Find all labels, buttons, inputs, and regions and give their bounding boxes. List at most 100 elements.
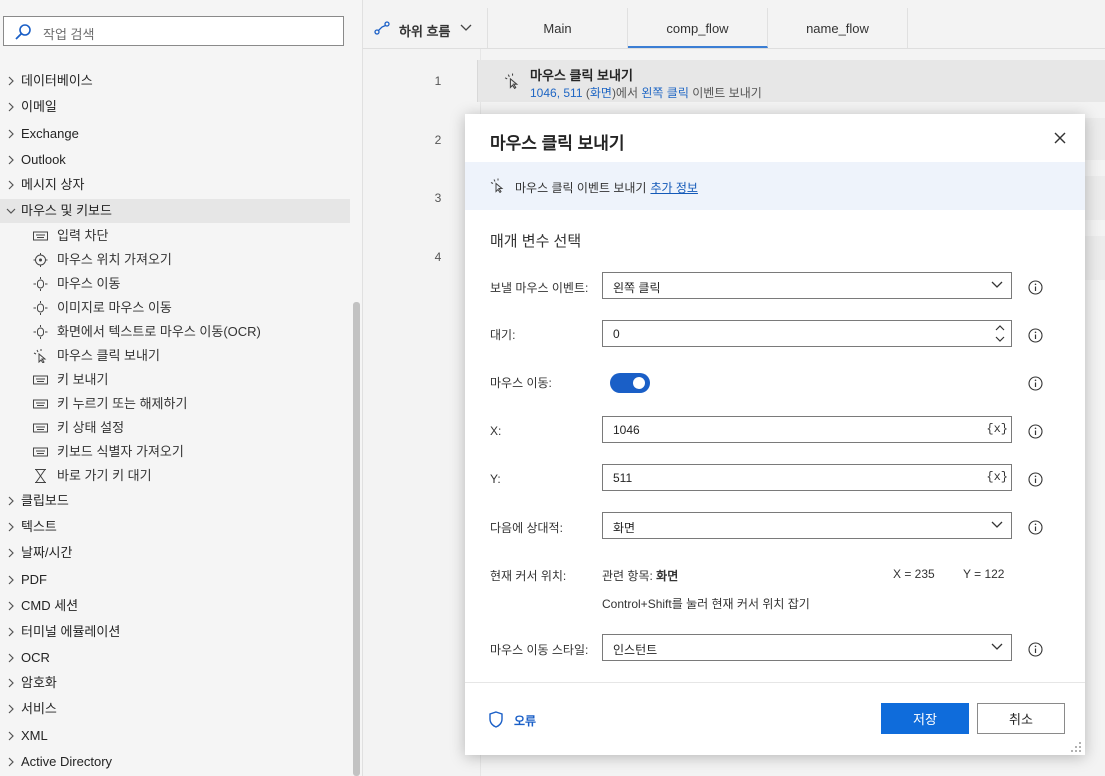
action-get-mouse-position[interactable]: 마우스 위치 가져오기 (0, 248, 350, 272)
action-label: 마우스 클릭 보내기 (57, 348, 160, 363)
action-label: 이미지로 마우스 이동 (57, 300, 172, 315)
cursor-related: 관련 항목: 화면 (602, 567, 678, 584)
movement-style-dropdown[interactable]: 인스턴트 (602, 634, 1012, 661)
shield-icon (489, 711, 503, 728)
x-input[interactable]: 1046 {x} (602, 416, 1012, 443)
keyboard-icon (33, 423, 48, 433)
action-wait-for-shortcut-key[interactable]: 바로 가기 키 대기 (0, 464, 350, 488)
action-move-mouse[interactable]: 마우스 이동 (0, 272, 350, 296)
group-label: CMD 세션 (21, 598, 79, 613)
step-desc-text: )에서 (611, 86, 642, 100)
info-icon[interactable] (1028, 424, 1043, 439)
variable-picker-icon[interactable]: {x} (986, 470, 1008, 484)
info-icon[interactable] (1028, 328, 1043, 343)
mouse-click-icon (504, 73, 519, 89)
mouse-event-dropdown[interactable]: 왼쪽 클릭 (602, 272, 1012, 299)
group-email[interactable]: 이메일 (0, 95, 350, 119)
errors-button[interactable]: 오류 (488, 711, 536, 731)
action-label: 바로 가기 키 대기 (57, 468, 152, 483)
chevron-right-icon (8, 653, 14, 663)
keyboard-icon (33, 447, 48, 457)
group-label: 서비스 (21, 701, 57, 716)
info-icon[interactable] (1028, 376, 1043, 391)
stepper-down-icon[interactable] (995, 336, 1005, 343)
more-info-link[interactable]: 추가 정보 (650, 181, 698, 195)
action-send-keys[interactable]: 키 보내기 (0, 368, 350, 392)
y-label: Y: (490, 472, 501, 486)
chevron-down-icon (991, 643, 1003, 650)
flow-step[interactable]: 마우스 클릭 보내기 1046, 511 (화면)에서 왼쪽 클릭 이벤트 보내… (477, 60, 1105, 102)
group-label: Outlook (21, 152, 66, 167)
y-input[interactable]: 511 {x} (602, 464, 1012, 491)
relative-to-label: 다음에 상대적: (490, 521, 563, 535)
group-terminal-emulation[interactable]: 터미널 에뮬레이션 (0, 620, 350, 644)
group-message-box[interactable]: 메시지 상자 (0, 173, 350, 197)
close-icon[interactable] (1052, 130, 1068, 146)
move-mouse-toggle[interactable] (610, 373, 650, 393)
group-services[interactable]: 서비스 (0, 697, 350, 721)
search-box[interactable]: 작업 검색 (3, 16, 344, 46)
group-text[interactable]: 텍스트 (0, 515, 350, 539)
action-move-mouse-to-text-ocr[interactable]: 화면에서 텍스트로 마우스 이동(OCR) (0, 320, 350, 344)
tab-comp-flow[interactable]: comp_flow (628, 8, 768, 48)
group-mouse-keyboard[interactable]: 마우스 및 키보드 (0, 199, 350, 223)
mouse-click-icon (490, 178, 504, 193)
group-label: 데이터베이스 (21, 73, 93, 88)
info-icon[interactable] (1028, 280, 1043, 295)
action-get-keyboard-identifier[interactable]: 키보드 식별자 가져오기 (0, 440, 350, 464)
target-icon (33, 253, 48, 267)
info-icon[interactable] (1028, 520, 1043, 535)
stepper-up-icon[interactable] (995, 324, 1005, 331)
action-move-mouse-to-image[interactable]: 이미지로 마우스 이동 (0, 296, 350, 320)
group-cryptography[interactable]: 암호화 (0, 671, 350, 695)
info-icon[interactable] (1028, 642, 1043, 657)
wait-value: 0 (613, 327, 620, 341)
tab-name-flow[interactable]: name_flow (768, 8, 908, 48)
group-pdf[interactable]: PDF (0, 568, 350, 592)
action-label: 키보드 식별자 가져오기 (57, 444, 184, 459)
group-clipboard[interactable]: 클립보드 (0, 489, 350, 513)
chevron-right-icon (8, 548, 14, 558)
wait-label: 대기: (490, 328, 516, 342)
cancel-button[interactable]: 취소 (977, 703, 1065, 734)
group-ocr[interactable]: OCR (0, 646, 350, 670)
group-outlook[interactable]: Outlook (0, 148, 350, 172)
group-database[interactable]: 데이터베이스 (0, 69, 350, 93)
chevron-down-icon (991, 521, 1003, 528)
chevron-right-icon (8, 731, 14, 741)
tab-main[interactable]: Main (488, 8, 628, 48)
action-send-mouse-click[interactable]: 마우스 클릭 보내기 (0, 344, 350, 368)
save-button[interactable]: 저장 (881, 703, 969, 734)
group-cmd-session[interactable]: CMD 세션 (0, 594, 350, 618)
group-exchange[interactable]: Exchange (0, 122, 350, 146)
relative-to-value: 화면 (613, 521, 636, 535)
group-label: 마우스 및 키보드 (21, 203, 112, 218)
chevron-right-icon (8, 76, 14, 86)
wait-stepper[interactable]: 0 (602, 320, 1012, 347)
action-press-release-key[interactable]: 키 누르기 또는 해제하기 (0, 392, 350, 416)
resize-grip-icon[interactable] (1070, 741, 1082, 753)
chevron-right-icon (8, 627, 14, 637)
step-title: 마우스 클릭 보내기 (530, 68, 633, 83)
info-icon[interactable] (1028, 472, 1043, 487)
x-label: X: (490, 424, 502, 438)
relative-to-dropdown[interactable]: 화면 (602, 512, 1012, 539)
sidebar-scrollbar[interactable] (353, 302, 360, 776)
group-datetime[interactable]: 날짜/시간 (0, 541, 350, 565)
chevron-right-icon (8, 522, 14, 532)
cursor-hint: Control+Shift를 눌러 현재 커서 위치 잡기 (602, 597, 810, 611)
action-set-key-state[interactable]: 키 상태 설정 (0, 416, 350, 440)
variable-picker-icon[interactable]: {x} (986, 422, 1008, 436)
search-icon (15, 24, 31, 40)
group-active-directory[interactable]: Active Directory (0, 750, 350, 774)
cursor-position-label: 현재 커서 위치: (490, 569, 567, 583)
subflows-dropdown[interactable]: 하위 흐름 (363, 8, 488, 48)
movement-style-label: 마우스 이동 스타일: (490, 643, 589, 657)
chevron-right-icon (8, 601, 14, 611)
cursor-x: X = 235 (893, 567, 935, 581)
search-input[interactable]: 작업 검색 (43, 24, 94, 43)
step-desc-text: 이벤트 보내기 (688, 86, 762, 100)
action-block-input[interactable]: 입력 차단 (0, 224, 350, 248)
chevron-right-icon (8, 678, 14, 688)
group-xml[interactable]: XML (0, 724, 350, 748)
